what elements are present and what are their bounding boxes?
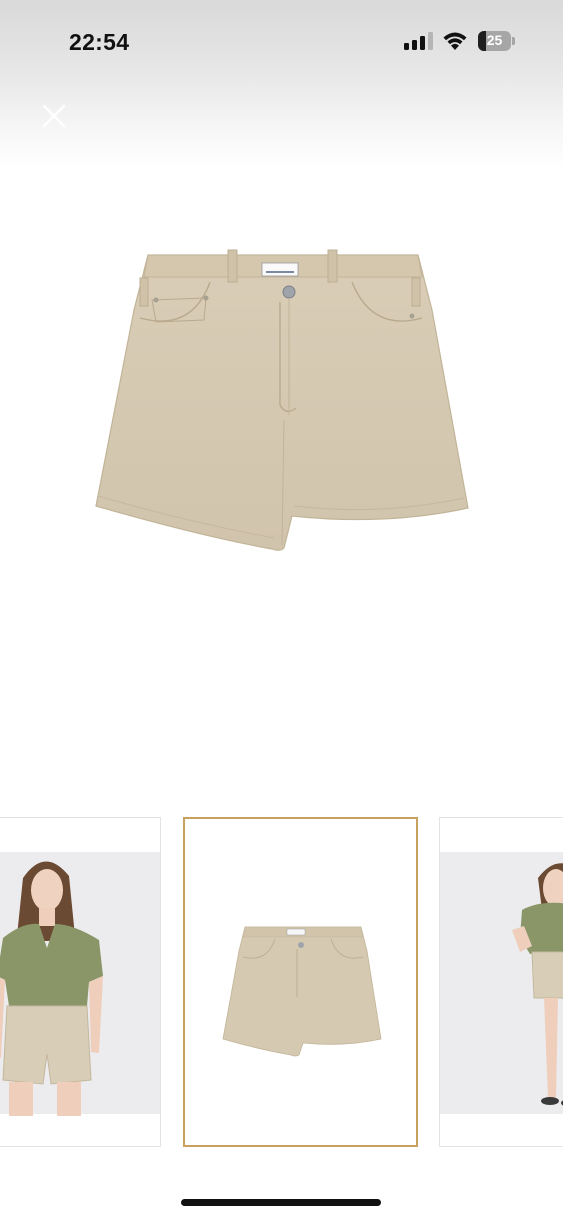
close-button[interactable] [38, 100, 70, 132]
thumbnail-product-shorts [222, 926, 382, 1057]
wifi-icon [443, 32, 467, 50]
battery-level: 25 [486, 32, 503, 48]
model-side-photo [512, 863, 563, 1106]
thumbnail-model-side[interactable] [439, 817, 563, 1147]
thumbnail-product-selected[interactable] [183, 817, 418, 1147]
battery-icon: 25 [478, 31, 516, 51]
home-indicator[interactable] [181, 1199, 381, 1206]
model-front-photo [0, 861, 103, 1116]
close-icon [42, 104, 66, 128]
status-time: 22:54 [69, 29, 130, 55]
thumbnail-strip [0, 817, 563, 1151]
main-product-image[interactable] [60, 230, 500, 570]
status-bar: 22:54 25 [0, 0, 563, 84]
thumbnail-model-front[interactable] [0, 817, 161, 1147]
cellular-signal-icon [404, 32, 433, 50]
